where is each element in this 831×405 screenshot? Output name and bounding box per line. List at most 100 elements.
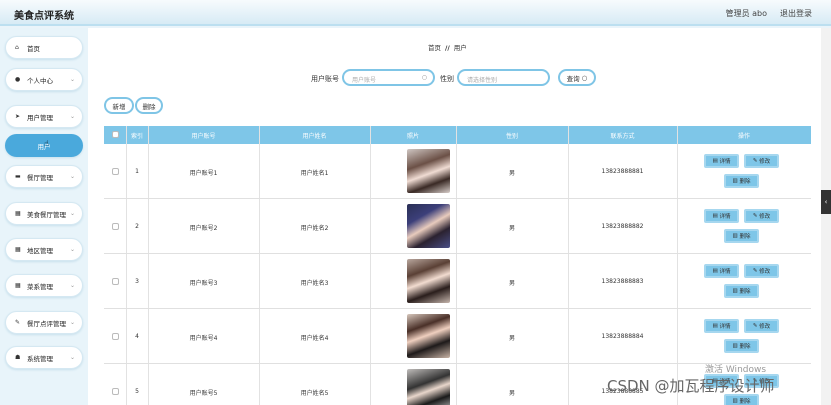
home-icon: ⌂ — [15, 44, 19, 51]
settings-icon: ☗ — [15, 354, 21, 361]
sidebar-item-label: 地区管理 — [27, 246, 53, 255]
hand-cursor-icon: ☝ — [44, 139, 49, 148]
column-header: 照片 — [406, 133, 419, 140]
breadcrumb: 首页 //用户 — [428, 42, 467, 52]
cell-account: 用户账号1 — [189, 170, 218, 177]
detail-icon: ▤ — [712, 213, 718, 219]
breadcrumb-home[interactable]: 首页 — [428, 44, 441, 52]
edit-button[interactable]: ✎ 修改 — [744, 209, 779, 223]
user-photo — [407, 259, 450, 303]
cell-name: 用户姓名1 — [300, 170, 329, 177]
cell-account: 用户账号4 — [189, 335, 218, 342]
chevron-down-icon: ⌄ — [69, 113, 75, 120]
row-checkbox[interactable] — [112, 388, 119, 395]
column-header: 性别 — [505, 133, 518, 140]
cell-name: 用户姓名4 — [300, 335, 329, 342]
delete-button[interactable]: ▥ 删除 — [724, 229, 759, 243]
column-header: 联系方式 — [610, 133, 635, 140]
user-icon: ● — [15, 76, 21, 83]
edit-icon: ✎ — [752, 323, 758, 329]
sidebar-item-label: 餐厅管理 — [27, 173, 53, 182]
sidebar-item-label: 美食餐厅管理 — [27, 210, 66, 219]
send-icon: ➤ — [15, 113, 21, 120]
row-checkbox[interactable] — [112, 223, 119, 230]
grid-icon: ▦ — [15, 246, 21, 253]
cell-gender: 男 — [508, 225, 515, 232]
sidebar-item-user-management[interactable]: ➤ 用户管理 ⌄ — [5, 105, 83, 128]
select-all-checkbox[interactable] — [112, 131, 119, 138]
delete-button[interactable]: ▥ 删除 — [724, 174, 759, 188]
cell-index: 3 — [135, 278, 139, 285]
edit-button[interactable]: ✎ 修改 — [744, 319, 779, 333]
detail-icon: ▤ — [712, 158, 718, 164]
logout-link[interactable]: 退出登录 — [780, 8, 812, 19]
right-scroll-panel — [821, 28, 831, 405]
table-row: 4 用户账号4 用户姓名4 男 13823888884 ▤ 详情 ✎ 修改 ▥ … — [104, 309, 811, 364]
batch-delete-button[interactable]: 删除 — [135, 97, 163, 114]
activate-windows-watermark: 激活 Windows — [705, 365, 767, 375]
edit-icon: ✎ — [752, 213, 758, 219]
sidebar-item-cuisine-management[interactable]: ▦ 菜系管理 ⌄ — [5, 274, 83, 297]
add-button[interactable]: 新增 — [104, 97, 134, 114]
top-bar: 美食点评系统 管理员 abo 退出登录 — [0, 0, 831, 26]
cell-gender: 男 — [508, 390, 515, 397]
gender-label: 性别 — [440, 75, 454, 83]
account-search-input[interactable]: 用户账号 ○ — [342, 69, 435, 86]
row-checkbox[interactable] — [112, 168, 119, 175]
edit-button[interactable]: ✎ 修改 — [744, 264, 779, 278]
sidebar-item-restaurant-management[interactable]: ▬ 餐厅管理 ⌄ — [5, 165, 83, 188]
sidebar-item-label: 个人中心 — [27, 76, 53, 85]
cell-index: 5 — [135, 388, 139, 395]
cell-account: 用户账号5 — [189, 390, 218, 397]
user-photo — [407, 204, 450, 248]
search-icon: ○ — [581, 73, 588, 82]
query-button[interactable]: 查询 ○ — [558, 69, 596, 86]
chevron-down-icon: ⌄ — [69, 354, 75, 361]
cell-index: 2 — [135, 223, 139, 230]
cell-phone: 13823888884 — [601, 333, 644, 340]
breadcrumb-current: 用户 — [453, 44, 467, 52]
detail-button[interactable]: ▤ 详情 — [704, 209, 739, 223]
sidebar-item-region-management[interactable]: ▦ 地区管理 ⌄ — [5, 238, 83, 261]
cell-name: 用户姓名5 — [300, 390, 329, 397]
trash-icon: ▥ — [732, 178, 738, 184]
admin-label: 管理员 abo — [725, 9, 767, 18]
sidebar-item-system-management[interactable]: ☗ 系统管理 ⌄ — [5, 346, 83, 369]
sidebar-item-label: 用户管理 — [27, 113, 53, 122]
cell-gender: 男 — [508, 280, 515, 287]
detail-button[interactable]: ▤ 详情 — [704, 264, 739, 278]
delete-button[interactable]: ▥ 删除 — [724, 339, 759, 353]
main-content: 首页 //用户 用户账号 用户账号 ○ 性别 请选择性别 查询 ○ 新增 删除 索引… — [88, 28, 821, 405]
gender-select[interactable]: 请选择性别 — [457, 69, 550, 86]
chevron-down-icon: ⌄ — [69, 173, 75, 180]
column-header: 索引 — [130, 133, 143, 140]
sidebar-item-personal-center[interactable]: ● 个人中心 ⌄ — [5, 68, 83, 91]
grid-icon: ▦ — [15, 210, 21, 217]
collapse-arrow-icon[interactable]: ‹ — [821, 190, 831, 214]
account-label: 用户账号 — [311, 75, 339, 83]
cell-gender: 男 — [508, 170, 515, 177]
chevron-down-icon: ⌄ — [69, 210, 75, 217]
table-header: 索引 用户账号 用户姓名 照片 性别 联系方式 操作 — [104, 126, 811, 144]
user-photo — [407, 149, 450, 193]
cell-phone: 13823888882 — [601, 223, 644, 230]
trash-icon: ▥ — [732, 288, 738, 294]
breadcrumb-separator: // — [445, 44, 450, 52]
sidebar-item-review-management[interactable]: ✎ 餐厅点评管理 ⌄ — [5, 311, 83, 334]
sidebar-item-food-restaurant-management[interactable]: ▦ 美食餐厅管理 ⌄ — [5, 202, 83, 225]
cell-index: 4 — [135, 333, 139, 340]
row-checkbox[interactable] — [112, 333, 119, 340]
user-photo — [407, 314, 450, 358]
row-checkbox[interactable] — [112, 278, 119, 285]
cell-gender: 男 — [508, 335, 515, 342]
trash-icon: ▥ — [732, 343, 738, 349]
cell-index: 1 — [135, 168, 139, 175]
chevron-down-icon: ⌄ — [69, 246, 75, 253]
edit-button[interactable]: ✎ 修改 — [744, 154, 779, 168]
sidebar-item-label: 菜系管理 — [27, 282, 53, 291]
delete-button[interactable]: ▥ 删除 — [724, 284, 759, 298]
detail-button[interactable]: ▤ 详情 — [704, 154, 739, 168]
detail-button[interactable]: ▤ 详情 — [704, 319, 739, 333]
sidebar-item-home[interactable]: ⌂ 首页 — [5, 36, 83, 59]
edit-icon: ✎ — [752, 158, 758, 164]
